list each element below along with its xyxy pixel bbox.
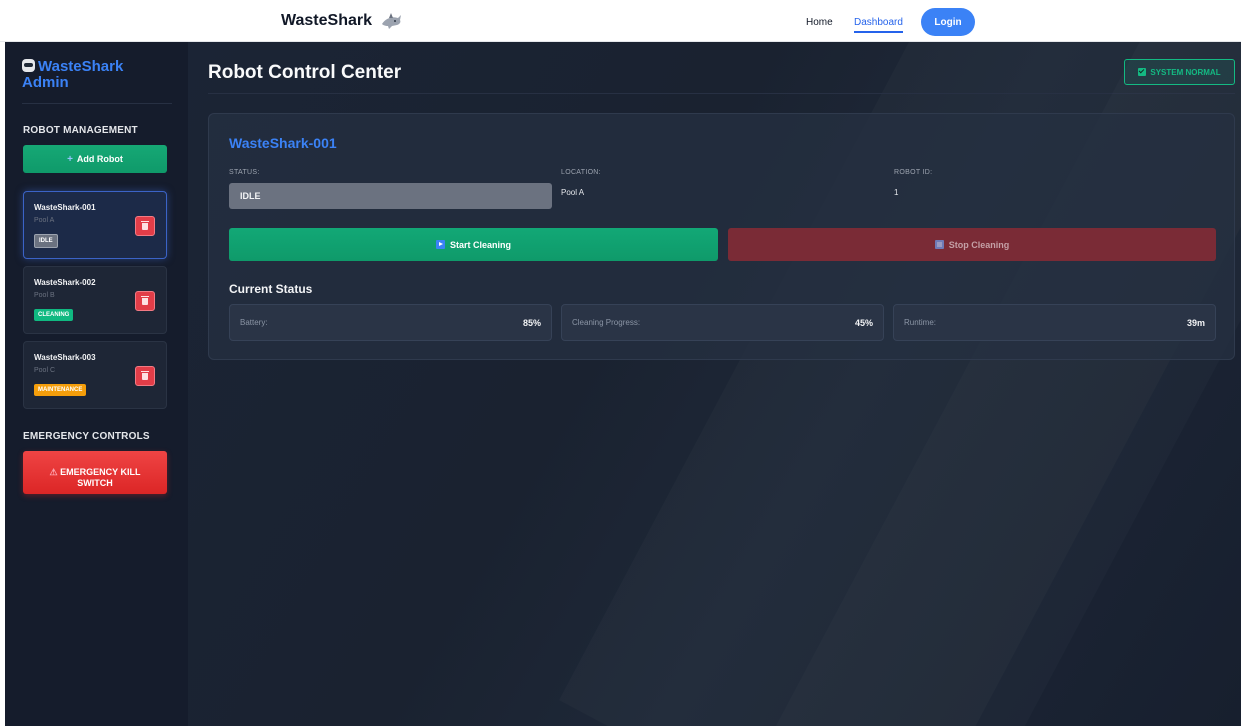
stop-cleaning-label: Stop Cleaning <box>948 239 1010 250</box>
robot-card-003[interactable]: WasteShark-003 Pool C MAINTENANCE <box>23 341 167 409</box>
admin-title-text: WasteShark Admin <box>22 58 124 91</box>
status-badge: MAINTENANCE <box>34 384 87 396</box>
sidebar: WasteShark Admin ROBOT MANAGEMENT + Add … <box>5 42 188 726</box>
robot-card-name: WasteShark-001 <box>34 203 96 212</box>
start-cleaning-button[interactable]: Start Cleaning <box>229 228 718 261</box>
title-divider <box>208 93 1235 94</box>
robot-name-heading: WasteShark-001 <box>229 135 337 151</box>
emergency-kill-switch-button[interactable]: ⚠ EMERGENCY KILL SWITCH <box>23 451 167 494</box>
emergency-controls-heading: EMERGENCY CONTROLS <box>23 431 150 442</box>
robot-card-name: WasteShark-002 <box>34 278 96 287</box>
app-container: WasteShark Admin ROBOT MANAGEMENT + Add … <box>5 42 1241 726</box>
top-navbar: WasteShark Home Dashboard Login <box>0 0 1241 42</box>
login-button[interactable]: Login <box>921 8 975 36</box>
nav-home-link[interactable]: Home <box>806 17 833 28</box>
robot-id-value: 1 <box>894 188 899 197</box>
location-value: Pool A <box>561 188 585 197</box>
status-label: STATUS: <box>229 169 260 176</box>
kill-switch-label-2: SWITCH <box>77 477 113 488</box>
current-status-heading: Current Status <box>229 282 313 296</box>
cleaning-progress-value: 45% <box>854 317 873 328</box>
status-badge: IDLE <box>34 234 58 248</box>
play-icon <box>435 240 445 249</box>
system-status-text: SYSTEM NORMAL <box>1150 67 1221 77</box>
robot-card-001[interactable]: WasteShark-001 Pool A IDLE <box>23 191 167 259</box>
battery-metric: Battery: 85% <box>229 304 552 341</box>
status-value: IDLE <box>229 183 552 209</box>
system-status-badge: SYSTEM NORMAL <box>1124 59 1235 85</box>
check-icon <box>1138 68 1147 76</box>
runtime-value: 39m <box>1186 317 1205 328</box>
trash-icon <box>141 370 149 380</box>
runtime-label: Runtime: <box>904 318 937 327</box>
admin-title: WasteShark Admin <box>22 59 172 104</box>
add-robot-button[interactable]: + Add Robot <box>23 145 167 173</box>
cleaning-progress-metric: Cleaning Progress: 45% <box>561 304 884 341</box>
main-content: Robot Control Center SYSTEM NORMAL Waste… <box>188 42 1241 726</box>
delete-robot-button[interactable] <box>135 366 155 386</box>
status-badge: CLEANING <box>34 309 74 321</box>
robot-id-label: ROBOT ID: <box>894 169 933 176</box>
kill-switch-label-1: EMERGENCY KILL <box>60 466 141 477</box>
nav-dashboard-link[interactable]: Dashboard <box>854 17 903 33</box>
battery-label: Battery: <box>240 318 268 327</box>
brand-logo[interactable]: WasteShark <box>281 12 402 30</box>
robot-card-002[interactable]: WasteShark-002 Pool B CLEANING <box>23 266 167 334</box>
runtime-metric: Runtime: 39m <box>893 304 1216 341</box>
stop-cleaning-button[interactable]: Stop Cleaning <box>728 228 1216 261</box>
location-label: LOCATION: <box>561 169 601 176</box>
battery-value: 85% <box>522 317 541 328</box>
add-robot-label: Add Robot <box>76 154 123 164</box>
plus-icon: + <box>67 153 73 165</box>
robot-icon <box>22 59 35 72</box>
warning-icon: ⚠ <box>49 466 58 477</box>
trash-icon <box>141 295 149 305</box>
robot-card-name: WasteShark-003 <box>34 353 96 362</box>
stop-icon <box>934 240 944 249</box>
robot-management-heading: ROBOT MANAGEMENT <box>23 125 138 136</box>
page-title: Robot Control Center <box>208 62 402 83</box>
start-cleaning-label: Start Cleaning <box>449 239 511 250</box>
trash-icon <box>141 220 149 230</box>
delete-robot-button[interactable] <box>135 291 155 311</box>
cleaning-progress-label: Cleaning Progress: <box>572 318 641 327</box>
robot-control-panel: WasteShark-001 STATUS: IDLE LOCATION: Po… <box>208 113 1235 360</box>
brand-name: WasteShark <box>281 12 372 29</box>
shark-icon <box>382 13 401 29</box>
delete-robot-button[interactable] <box>135 216 155 236</box>
